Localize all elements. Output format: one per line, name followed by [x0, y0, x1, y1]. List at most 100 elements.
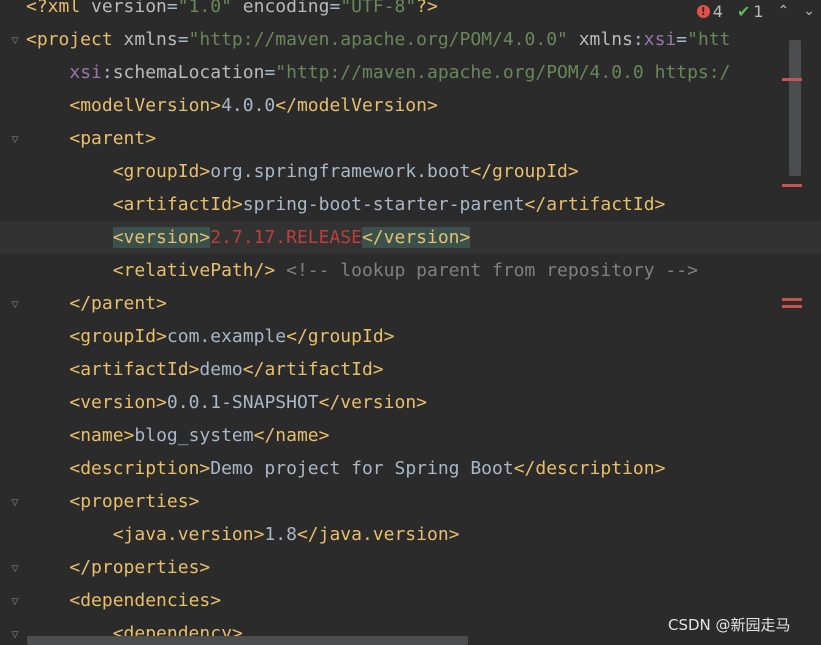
- error-indicator[interactable]: ! 4: [696, 2, 723, 21]
- code-token: </groupId>: [286, 326, 395, 347]
- code-line-parent-artifact[interactable]: <artifactId>spring-boot-starter-parent</…: [0, 188, 821, 221]
- code-token: xmlns: [123, 29, 178, 50]
- code-token: ?>: [416, 0, 438, 17]
- csdn-watermark: CSDN @新园走马: [668, 616, 791, 634]
- next-highlight-button[interactable]: ⌄: [803, 3, 815, 19]
- code-token: </artifactId>: [524, 194, 666, 215]
- code-token: <relativePath/>: [112, 260, 276, 281]
- code-line-text: <modelVersion>4.0.0</modelVersion>: [26, 89, 437, 122]
- code-line-text: <groupId>com.example</groupId>: [26, 320, 395, 353]
- code-line-parent-group[interactable]: <groupId>org.springframework.boot</group…: [0, 155, 821, 188]
- error-stripe-marker[interactable]: [782, 78, 802, 81]
- code-line-parent-version[interactable]: <version>2.7.17.RELEASE</version>: [0, 221, 821, 254]
- code-line-text: <project xmlns="http://maven.apache.org/…: [26, 23, 730, 56]
- code-token: </description>: [513, 458, 666, 479]
- code-token: 4.0.0: [221, 95, 276, 116]
- code-token: <properties>: [69, 491, 200, 512]
- previous-highlight-button[interactable]: ⌃: [778, 3, 790, 19]
- code-token: </artifactId>: [242, 359, 384, 380]
- code-line-description[interactable]: <description>Demo project for Spring Boo…: [0, 452, 821, 485]
- code-line-properties-open[interactable]: <properties>: [0, 485, 821, 518]
- vertical-scroll-thumb[interactable]: [789, 40, 801, 176]
- code-token: "http://maven.apache.org/POM/4.0.0 https…: [275, 62, 731, 83]
- weak-warning-indicator[interactable]: ✔ 1: [737, 2, 764, 21]
- code-token: =: [329, 0, 341, 17]
- code-token: <groupId>: [112, 161, 211, 182]
- error-icon: !: [696, 4, 710, 18]
- code-token: "http://maven.apache.org/POM/4.0.0": [188, 29, 568, 50]
- code-token: <parent>: [69, 128, 157, 149]
- code-token: schemaLocation: [112, 62, 265, 83]
- code-line-parent-close[interactable]: </parent>: [0, 287, 821, 320]
- code-token: :: [632, 29, 644, 50]
- code-token: </parent>: [69, 293, 167, 314]
- error-stripe-marker[interactable]: [782, 184, 802, 187]
- double-check-icon: ✔: [736, 1, 751, 21]
- inspection-widget[interactable]: ! 4 ✔ 1 ⌃ ⌄: [635, 0, 821, 22]
- code-token: <dependencies>: [69, 590, 222, 611]
- code-token: <java.version>: [112, 524, 265, 545]
- code-token: xmlns: [578, 29, 633, 50]
- code-token: </groupId>: [470, 161, 579, 182]
- code-token: </java.version>: [296, 524, 460, 545]
- code-line-model-version[interactable]: <modelVersion>4.0.0</modelVersion>: [0, 89, 821, 122]
- horizontal-scroll-thumb[interactable]: [27, 636, 468, 645]
- code-token: 0.0.1-SNAPSHOT: [166, 392, 319, 413]
- code-line-dependencies-open[interactable]: <dependencies>: [0, 584, 821, 617]
- code-line-text: <dependencies>: [26, 584, 221, 617]
- code-line-text: </parent>: [26, 287, 167, 320]
- code-token: <?xml: [26, 0, 92, 17]
- code-token: :: [101, 62, 113, 83]
- code-token: "htt: [687, 29, 731, 50]
- code-line-text: <description>Demo project for Spring Boo…: [26, 452, 665, 485]
- code-line-properties-close[interactable]: </properties>: [0, 551, 821, 584]
- code-token: =: [264, 62, 276, 83]
- code-token: <artifactId>: [112, 194, 243, 215]
- code-line-project-open[interactable]: <project xmlns="http://maven.apache.org/…: [0, 23, 821, 56]
- code-editor[interactable]: ▽ ▽ ▽ ▽ ▽ ▽ ▽ <?xml version="1.0" encoding="UT…: [0, 0, 821, 645]
- code-token: =: [177, 29, 189, 50]
- code-line-text: <java.version>1.8</java.version>: [26, 518, 460, 551]
- code-token: org.springframework.boot: [210, 161, 471, 182]
- code-token: xsi: [643, 29, 677, 50]
- code-token: com.example: [166, 326, 287, 347]
- code-line-text: <?xml version="1.0" encoding="UTF-8"?>: [26, 0, 438, 23]
- code-token: <artifactId>: [69, 359, 200, 380]
- error-stripe-marker[interactable]: [782, 305, 802, 308]
- code-line-version[interactable]: <version>0.0.1-SNAPSHOT</version>: [0, 386, 821, 419]
- weak-warning-count: 1: [753, 1, 764, 21]
- code-line-artifact-id[interactable]: <artifactId>demo</artifactId>: [0, 353, 821, 386]
- code-token: version: [91, 0, 167, 17]
- code-line-relative-path[interactable]: <relativePath/> <!-- lookup parent from …: [0, 254, 821, 287]
- code-line-parent-open[interactable]: <parent>: [0, 122, 821, 155]
- code-line-text: <artifactId>spring-boot-starter-parent</…: [26, 188, 666, 221]
- code-line-group-id[interactable]: <groupId>com.example</groupId>: [0, 320, 821, 353]
- code-token: xsi: [69, 62, 102, 83]
- code-token: 2.7.17.RELEASE: [210, 227, 362, 248]
- code-line-text: <artifactId>demo</artifactId>: [26, 353, 384, 386]
- code-line-name[interactable]: <name>blog_system</name>: [0, 419, 821, 452]
- code-line-schema-location[interactable]: xsi:schemaLocation="http://maven.apache.…: [0, 56, 821, 89]
- code-token: <project: [26, 29, 124, 50]
- code-line-java-version[interactable]: <java.version>1.8</java.version>: [0, 518, 821, 551]
- code-token: encoding: [242, 0, 330, 17]
- code-token: Demo project for Spring Boot: [210, 458, 514, 479]
- code-token: <name>: [69, 425, 135, 446]
- code-line-text: <version>0.0.1-SNAPSHOT</version>: [26, 386, 427, 419]
- code-line-text: <version>2.7.17.RELEASE</version>: [26, 221, 471, 254]
- code-token: </version>: [361, 227, 471, 248]
- code-token: demo: [199, 359, 243, 380]
- error-stripe-marker[interactable]: [782, 298, 802, 301]
